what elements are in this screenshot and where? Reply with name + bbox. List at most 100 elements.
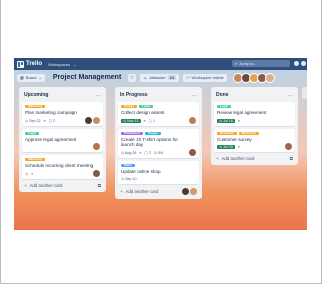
card-badges: ◷ Sep 10 (121, 176, 196, 182)
star-icon: ☆ (130, 74, 135, 81)
app-name: Trello (26, 61, 43, 67)
more-icon[interactable]: … (192, 92, 197, 98)
due-date-badge: ◷ Sep 22 (25, 118, 41, 123)
board-view-icon: ▦ (20, 75, 24, 80)
more-icon[interactable]: … (96, 92, 101, 98)
card-title: Approve legal agreement (25, 136, 77, 142)
list-title[interactable]: In Progress (120, 92, 148, 98)
attachments-badge: ▢ 1 (148, 118, 156, 123)
plus-icon: + (216, 156, 219, 161)
card-label: Design (121, 105, 138, 108)
integrations-button[interactable]: ▲ Atlassian 23 (140, 73, 179, 82)
card[interactable]: Production Design Create 10 T-shirt opti… (118, 128, 199, 158)
card-label: Marketing (238, 131, 259, 135)
integrations-label: Atlassian (149, 75, 166, 80)
card-badges (25, 144, 100, 150)
board-view-button[interactable]: ▦ Board ⌄ (17, 73, 45, 82)
card-title: Review legal agreement (217, 110, 267, 115)
card-labels: Production Design (121, 131, 196, 135)
card-title: Collect design assets (121, 110, 165, 115)
workspaces-label: Workspaces (48, 61, 70, 67)
due-date-badge: ◷ Sep 10 (121, 177, 137, 181)
card[interactable]: Legal Review legal agreement ◷ Jul 18 ≡ (214, 102, 295, 126)
card-title: Schedule recurring client meeting (25, 163, 94, 168)
card-badges: ◷ Aug 26 ≡ ▢ 2 ☑ 0/4 (121, 150, 196, 156)
card[interactable]: Design Legal Collect design assets ◷ Nov… (118, 102, 199, 126)
chevron-down-icon: ⌄ (38, 75, 42, 80)
card-title: Update online shop (121, 168, 161, 174)
due-date-badge: ◷ Aug 26 (121, 150, 137, 155)
add-card-label: Add another card (125, 189, 159, 194)
card-labels: Sales (121, 163, 196, 167)
avatar (93, 169, 100, 177)
template-icon[interactable]: ⧉ (98, 183, 101, 188)
due-date-badge: ◷ Nov 13 (121, 118, 141, 123)
due-date-badge: ◷ Jul 20 (217, 145, 235, 149)
integrations-count: 23 (167, 75, 176, 80)
add-card-button[interactable]: + Add another card ⧉ (214, 152, 295, 162)
star-button[interactable]: ☆ (128, 73, 137, 82)
card-label: Sales (121, 163, 135, 167)
top-navigation-bar: Trello Workspaces ⌄ ⌕ Jump to... (14, 58, 307, 70)
avatar (189, 116, 196, 124)
card-badges: ◷ ≡ (25, 171, 100, 177)
plus-icon: + (120, 189, 123, 194)
avatar (285, 143, 292, 150)
search-input[interactable]: ⌕ Jump to... (232, 60, 290, 67)
card-label: Research (217, 131, 237, 135)
template-icon[interactable]: ⧉ (290, 156, 293, 161)
card-labels: Marketing (25, 105, 100, 108)
list-header: Done … (214, 90, 295, 99)
card-title: Customer survey (217, 136, 252, 142)
trello-board-screenshot: Trello Workspaces ⌄ ⌕ Jump to... ▦ Board… (14, 58, 307, 230)
notifications-icon[interactable] (294, 61, 299, 66)
description-icon: ≡ (237, 145, 240, 149)
attachments-badge: ▢ 2 (144, 150, 151, 155)
workspaces-menu[interactable]: Workspaces ⌄ (48, 62, 76, 67)
attachments-badge: ▢ 2 (48, 118, 56, 123)
board-members[interactable] (232, 72, 275, 83)
list-header: In Progress … (118, 90, 199, 99)
list-title[interactable]: Done (216, 92, 229, 98)
list-title[interactable]: Upcoming (24, 92, 48, 98)
chevron-down-icon: ⌄ (73, 61, 77, 67)
workspace-visible-button[interactable]: ⚇ Workspace visible (182, 73, 227, 82)
list-in-progress: In Progress … Design Legal Collect desig… (115, 87, 202, 199)
card[interactable]: Marketing Plan marketing campaign ◷ Sep … (22, 102, 103, 126)
help-icon[interactable] (301, 61, 306, 66)
search-icon: ⌕ (235, 61, 238, 66)
plus-icon: + (24, 182, 27, 188)
avatar (85, 116, 92, 124)
avatar[interactable] (264, 72, 275, 83)
checklist-badge: ☑ 0/4 (153, 150, 164, 155)
card-labels: Legal (217, 105, 292, 108)
board-title[interactable]: Project Management (53, 74, 121, 81)
card[interactable]: Sales Update online shop ◷ Sep 10 (118, 160, 199, 184)
card-title: Create 10 T-shirt options for launch day (121, 136, 178, 148)
more-icon[interactable]: … (288, 92, 293, 98)
integrations-icon: ▲ (143, 75, 148, 80)
card[interactable]: Marketing Schedule recurring client meet… (22, 155, 103, 179)
card[interactable]: Research Marketing Customer survey ◷ Jul… (214, 128, 295, 152)
card-labels: Design Legal (121, 105, 196, 108)
description-icon: ≡ (237, 118, 240, 123)
add-card-button[interactable]: + Add another card ⧉ (22, 179, 103, 189)
card-title: Plan marketing campaign (25, 110, 77, 115)
card[interactable]: Legal Approve legal agreement (22, 128, 103, 152)
add-list-column[interactable] (302, 87, 307, 99)
add-card-label: Add another card (29, 182, 63, 188)
description-icon: ≡ (139, 150, 142, 155)
avatar (190, 188, 197, 195)
search-placeholder: Jump to... (239, 61, 257, 66)
trello-logo-icon (17, 60, 24, 68)
avatar (93, 143, 100, 150)
add-card-button[interactable]: + Add another card (118, 184, 199, 196)
card-label: Legal (139, 105, 153, 108)
card-label: Production (121, 131, 143, 135)
topbar-icons (294, 61, 306, 66)
trello-logo[interactable]: Trello (17, 60, 43, 68)
avatar (189, 148, 196, 156)
add-card-label: Add another card (221, 156, 255, 161)
card-label: Design (144, 131, 161, 135)
card-label: Marketing (25, 105, 46, 108)
